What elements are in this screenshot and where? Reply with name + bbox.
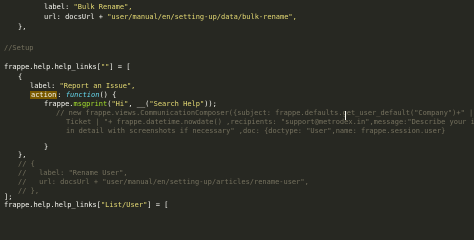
code-line: in detail with screenshots if necessary"… (0, 127, 445, 136)
function-name: msgprint (73, 100, 108, 108)
string-literal: "List/User" (100, 201, 148, 209)
code-line: // url: docsUrl + "user/manual/en/settin… (0, 178, 309, 187)
code-text: : (57, 91, 66, 99)
code-line: label: "Bulk Rename", (0, 3, 133, 12)
code-line: { (0, 73, 22, 82)
code-line: label: "Report an Issue", (0, 82, 135, 91)
code-line: }, (0, 151, 26, 160)
property-key: label: (30, 82, 60, 90)
string-literal: "Bulk Rename", (73, 3, 133, 11)
keyword: function (65, 91, 100, 99)
code-text: () { (99, 91, 117, 99)
code-line: }, (0, 23, 26, 32)
code-text: , __( (128, 100, 150, 108)
comment: //Setup (4, 44, 34, 52)
code-line: //Setup (0, 44, 34, 53)
brace: ]; (4, 193, 13, 201)
comment: ",message:"Describe your issue or reques… (365, 118, 474, 126)
comment: // new frappe.views.CommunicationCompose… (56, 109, 474, 117)
string-literal: "Search Help" (149, 100, 205, 108)
brace: }, (18, 151, 27, 159)
comment: // url: docsUrl + "user/manual/en/settin… (18, 178, 309, 186)
code-line: // label: "Rename User", (0, 169, 128, 178)
code-line: frappe.help.help_links["List/User"] = [ (0, 201, 168, 210)
code-line: // new frappe.views.CommunicationCompose… (0, 109, 474, 118)
highlighted-word: action (30, 91, 58, 99)
code-line: Ticket | "+ frappe.datetime.nowdate() ,r… (0, 118, 474, 127)
code-text: frappe. (44, 100, 74, 108)
code-text: frappe.help.help_links[ (4, 201, 101, 209)
code-line: action: function() { (0, 91, 116, 100)
code-line: url: docsUrl + "user/manual/en/setting-u… (0, 13, 297, 22)
code-editor[interactable]: label: "Bulk Rename", url: docsUrl + "us… (0, 0, 474, 210)
code-text: )); (204, 100, 217, 108)
text-cursor (345, 111, 346, 120)
string-literal: "Hi" (111, 100, 129, 108)
property-key: url: docsUrl + (44, 13, 108, 21)
code-line: // { (0, 160, 35, 169)
string-literal: "user/manual/en/setting-up/data/bulk-ren… (107, 13, 297, 21)
code-line: frappe.msgprint("Hi", __("Search Help"))… (0, 100, 217, 109)
string-literal: "Report an Issue", (59, 82, 136, 90)
code-text: ] = [ (109, 63, 131, 71)
brace: }, (18, 23, 27, 31)
comment: Ticket | "+ frappe.datetime.nowdate() ,r… (66, 118, 366, 126)
comment: // label: "Rename User", (18, 169, 128, 177)
code-text: ] = [ (147, 201, 169, 209)
code-line: frappe.help.help_links[""] = [ (0, 63, 130, 72)
brace: } (44, 143, 49, 151)
comment: // { (18, 160, 35, 168)
code-text: frappe.help.help_links[ (4, 63, 101, 71)
brace: { (18, 73, 23, 81)
comment: // }, (18, 187, 40, 195)
property-key: label: (44, 3, 74, 11)
comment: in detail with screenshots if necessary"… (66, 127, 446, 135)
